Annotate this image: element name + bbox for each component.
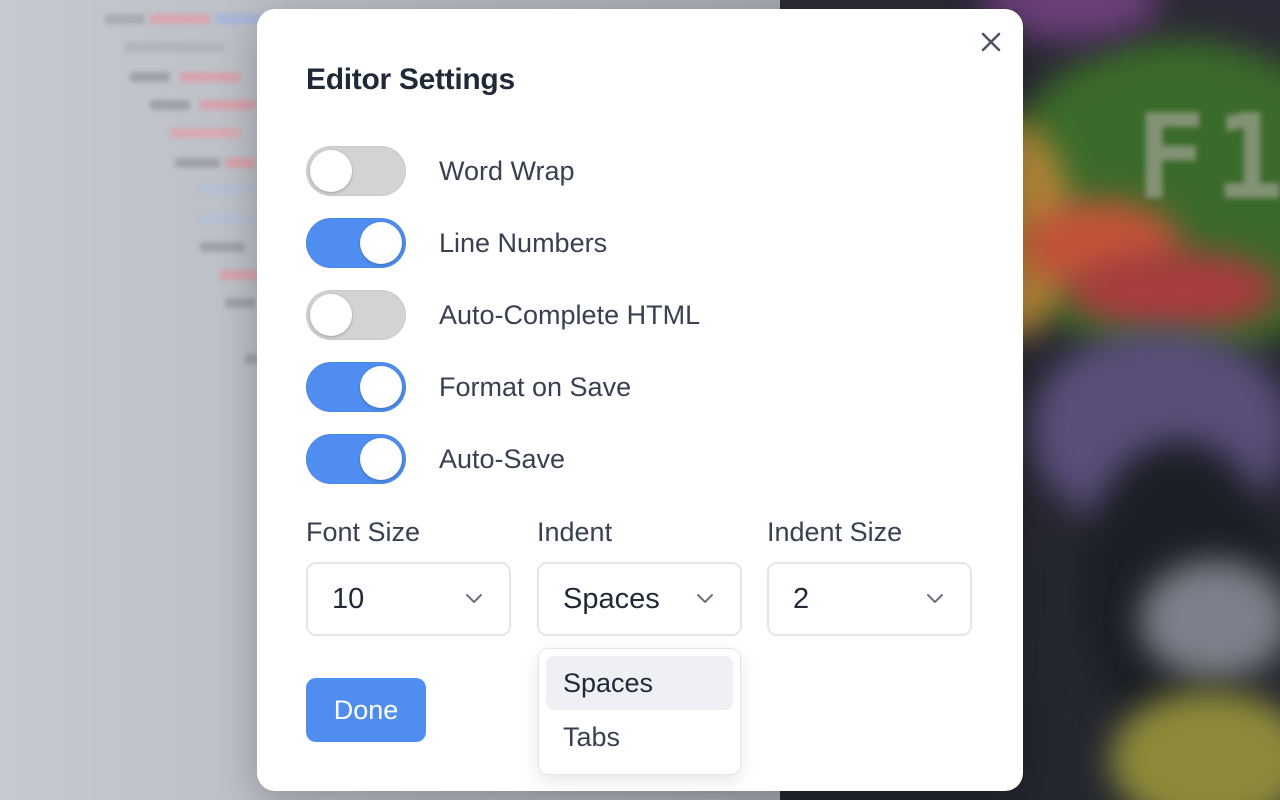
toggle-label: Auto-Complete HTML — [439, 299, 701, 330]
toggle-knob — [360, 222, 402, 264]
toggle-row-format-on-save: Format on Save — [306, 361, 631, 413]
font-size-select[interactable]: 10 — [306, 562, 511, 636]
indent-size-label: Indent Size — [767, 517, 903, 547]
toggle-label: Word Wrap — [439, 155, 575, 186]
word-wrap-toggle[interactable] — [306, 146, 406, 196]
toggle-knob — [310, 294, 352, 336]
toggle-label: Format on Save — [439, 371, 632, 402]
indent-option-spaces[interactable]: Spaces — [546, 656, 733, 710]
toggle-label: Auto-Save — [439, 443, 566, 474]
indent-size-value: 2 — [793, 582, 810, 615]
indent-value: Spaces — [563, 582, 660, 615]
auto-complete-html-toggle[interactable] — [306, 290, 406, 340]
toggle-knob — [360, 438, 402, 480]
toggle-row-auto-complete-html: Auto-Complete HTML — [306, 289, 700, 341]
dialog-title: Editor Settings — [306, 63, 515, 96]
toggle-label: Line Numbers — [439, 227, 608, 258]
auto-save-toggle[interactable] — [306, 434, 406, 484]
font-size-label: Font Size — [306, 517, 421, 547]
font-size-value: 10 — [332, 582, 365, 615]
chevron-down-icon — [927, 594, 943, 603]
toggle-row-line-numbers: Line Numbers — [306, 217, 607, 269]
editor-settings-dialog: Editor Settings Word Wrap Line Numbers A… — [257, 9, 1023, 791]
chevron-down-icon — [697, 594, 713, 603]
toggle-knob — [310, 150, 352, 192]
done-button[interactable]: Done — [306, 678, 426, 742]
indent-label: Indent — [537, 517, 613, 547]
indent-dropdown-menu: Spaces Tabs — [538, 648, 741, 775]
indent-option-tabs[interactable]: Tabs — [546, 710, 733, 764]
line-numbers-toggle[interactable] — [306, 218, 406, 268]
toggle-row-word-wrap: Word Wrap — [306, 145, 575, 197]
background-overlay-text: F1 — [1135, 88, 1280, 226]
indent-size-select[interactable]: 2 — [767, 562, 972, 636]
chevron-down-icon — [466, 594, 482, 603]
format-on-save-toggle[interactable] — [306, 362, 406, 412]
toggle-knob — [360, 366, 402, 408]
indent-select[interactable]: Spaces — [537, 562, 742, 636]
close-icon — [981, 32, 1001, 52]
close-button[interactable] — [976, 27, 1006, 57]
toggle-row-auto-save: Auto-Save — [306, 433, 565, 485]
